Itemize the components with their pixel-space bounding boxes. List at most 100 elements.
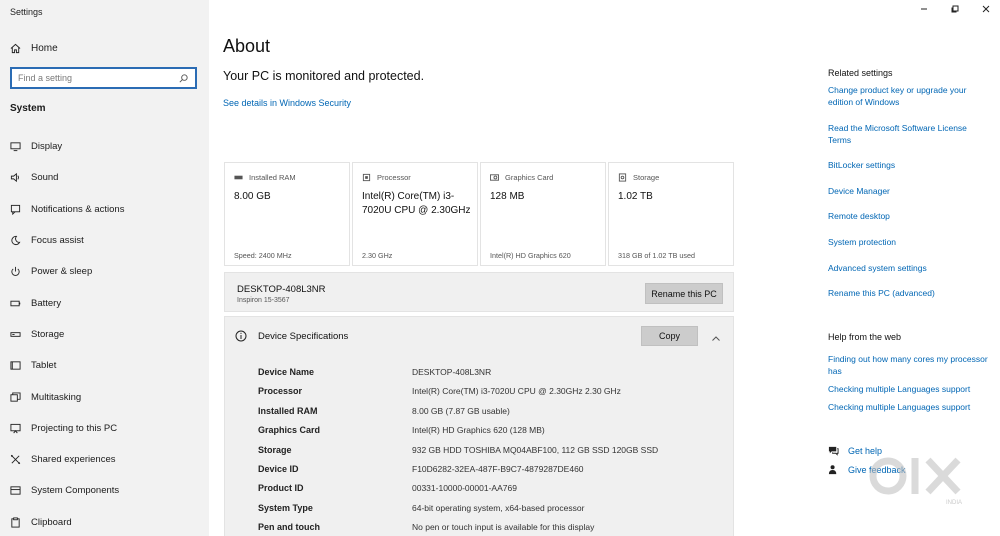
sidebar-item-display[interactable]: Display: [0, 131, 209, 162]
sidebar-item-multitasking[interactable]: Multitasking: [0, 381, 209, 412]
license-terms-link[interactable]: Read the Microsoft Software License Term…: [828, 122, 988, 146]
spec-value: 8.00 GB (7.87 GB usable): [412, 405, 510, 416]
spec-label: Graphics Card: [258, 425, 321, 436]
maximize-button[interactable]: [948, 4, 962, 16]
spec-label: Device Name: [258, 367, 315, 377]
section-title: System: [10, 103, 46, 114]
sidebar-item-storage[interactable]: Storage: [0, 319, 209, 350]
languages-help-link-2[interactable]: Checking multiple Languages support: [828, 401, 988, 413]
product-key-link[interactable]: Change product key or upgrade your editi…: [828, 84, 988, 108]
get-help-label: Get help: [848, 445, 883, 456]
spec-value: DESKTOP-408L3NR: [412, 367, 492, 377]
device-model: Inspiron 15-3567: [237, 297, 290, 304]
languages-help-link[interactable]: Checking multiple Languages support: [828, 383, 988, 395]
spec-row: Pen and touch No pen or touch input is av…: [225, 522, 733, 536]
sidebar-item-label: Storage: [31, 328, 65, 340]
device-manager-link[interactable]: Device Manager: [828, 185, 988, 197]
get-help-row[interactable]: Get help: [828, 445, 882, 456]
card-value: Intel(R) Core(TM) i3-7020U CPU @ 2.30GHz: [362, 191, 471, 216]
sidebar-item-tablet[interactable]: Tablet: [0, 350, 209, 381]
cores-help-link[interactable]: Finding out how many cores my processor …: [828, 353, 988, 377]
card-subtext: 318 GB of 1.02 TB used: [618, 251, 695, 260]
storage-icon: [618, 173, 627, 182]
search-input[interactable]: [18, 73, 178, 83]
graphics-card-icon: [490, 173, 499, 182]
sidebar-item-label: Power & sleep: [31, 266, 93, 278]
sidebar-item-system-components[interactable]: System Components: [0, 475, 209, 506]
help-from-web-title: Help from the web: [828, 332, 902, 342]
sidebar-item-label: Focus assist: [31, 235, 84, 247]
notification-icon: [10, 204, 21, 215]
help-chat-icon: [828, 445, 839, 456]
sidebar-item-sound[interactable]: Sound: [0, 162, 209, 193]
card-header: Storage: [633, 173, 660, 182]
sidebar-item-label: System Components: [31, 485, 120, 497]
search-icon[interactable]: [178, 73, 189, 84]
give-feedback-row[interactable]: Give feedback: [828, 464, 906, 475]
spec-label: Product ID: [258, 483, 304, 494]
watermark-sub: INDIA: [946, 500, 962, 506]
spec-row: Storage 932 GB HDD TOSHIBA MQ04ABF100, 11…: [225, 445, 733, 464]
sidebar-item-shared-experiences[interactable]: Shared experiences: [0, 444, 209, 475]
speaker-icon: [10, 172, 21, 183]
sidebar-item-label: Battery: [31, 297, 62, 309]
card-value: 8.00 GB: [234, 191, 271, 202]
spec-value: No pen or touch input is available for t…: [412, 522, 595, 533]
device-specifications-panel: Device Specifications Copy Device Name DE…: [224, 316, 734, 536]
sidebar: Settings Home System Display Sound Notif…: [0, 0, 209, 536]
processor-icon: [362, 173, 371, 182]
search-box[interactable]: [10, 67, 197, 89]
windows-security-link[interactable]: See details in Windows Security: [223, 98, 351, 108]
spec-value: 00331-10000-00001-AA769: [412, 483, 517, 494]
storage-card: Storage 1.02 TB 318 GB of 1.02 TB used: [608, 162, 734, 266]
advanced-system-settings-link[interactable]: Advanced system settings: [828, 262, 988, 274]
device-name: DESKTOP-408L3NR: [237, 284, 326, 295]
give-feedback-label: Give feedback: [848, 464, 906, 475]
graphics-card: Graphics Card 128 MB Intel(R) HD Graphic…: [480, 162, 606, 266]
specs-title: Device Specifications: [258, 331, 349, 342]
rename-pc-button[interactable]: Rename this PC: [645, 283, 723, 304]
copy-button[interactable]: Copy: [641, 326, 698, 346]
card-header: Processor: [377, 173, 411, 182]
chevron-up-icon[interactable]: [711, 331, 721, 341]
bitlocker-link[interactable]: BitLocker settings: [828, 159, 988, 171]
multitasking-icon: [10, 391, 21, 403]
sidebar-item-label: Sound: [31, 172, 59, 184]
spec-value: 932 GB HDD TOSHIBA MQ04ABF100, 112 GB SS…: [412, 444, 659, 455]
sidebar-item-clipboard[interactable]: Clipboard: [0, 507, 209, 536]
specs-header[interactable]: Device Specifications Copy: [225, 317, 733, 355]
monitor-icon: [10, 141, 21, 152]
minimize-button[interactable]: [917, 4, 931, 16]
page-title: About: [223, 36, 271, 56]
shared-icon: [10, 454, 21, 465]
spec-row: Graphics Card Intel(R) HD Graphics 620 (1…: [225, 425, 733, 444]
sidebar-item-projecting[interactable]: Projecting to this PC: [0, 413, 209, 444]
components-icon: [10, 485, 21, 496]
spec-label: Device ID: [258, 463, 299, 474]
card-subtext: Intel(R) HD Graphics 620: [490, 251, 571, 260]
card-subtext: Speed: 2400 MHz: [234, 251, 292, 260]
sidebar-item-label: Shared experiences: [31, 454, 116, 466]
spec-row: Device Name DESKTOP-408L3NR: [225, 367, 733, 386]
close-button[interactable]: [979, 4, 993, 16]
sidebar-item-battery[interactable]: Battery: [0, 287, 209, 318]
olx-watermark: INDIA: [868, 452, 968, 506]
device-name-bar: DESKTOP-408L3NR Inspiron 15-3567 Rename …: [224, 272, 734, 312]
sidebar-item-power-sleep[interactable]: Power & sleep: [0, 256, 209, 287]
spec-value: F10D6282-32EA-487F-B9C7-4879287DE460: [412, 463, 584, 474]
sidebar-item-notifications[interactable]: Notifications & actions: [0, 194, 209, 225]
spec-label: Installed RAM: [258, 405, 318, 416]
ram-icon: [234, 173, 243, 182]
moon-icon: [10, 235, 21, 246]
sidebar-item-label: Notifications & actions: [31, 203, 125, 215]
rename-pc-advanced-link[interactable]: Rename this PC (advanced): [828, 287, 988, 299]
remote-desktop-link[interactable]: Remote desktop: [828, 210, 988, 222]
spec-value: 64-bit operating system, x64-based proce…: [412, 502, 585, 513]
sidebar-item-focus-assist[interactable]: Focus assist: [0, 225, 209, 256]
system-protection-link[interactable]: System protection: [828, 236, 988, 248]
home-nav-item[interactable]: Home: [10, 40, 58, 56]
spec-row: Installed RAM 8.00 GB (7.87 GB usable): [225, 406, 733, 425]
info-icon: [235, 329, 247, 342]
processor-card: Processor Intel(R) Core(TM) i3-7020U CPU…: [352, 162, 478, 266]
spec-label: Storage: [258, 444, 292, 455]
